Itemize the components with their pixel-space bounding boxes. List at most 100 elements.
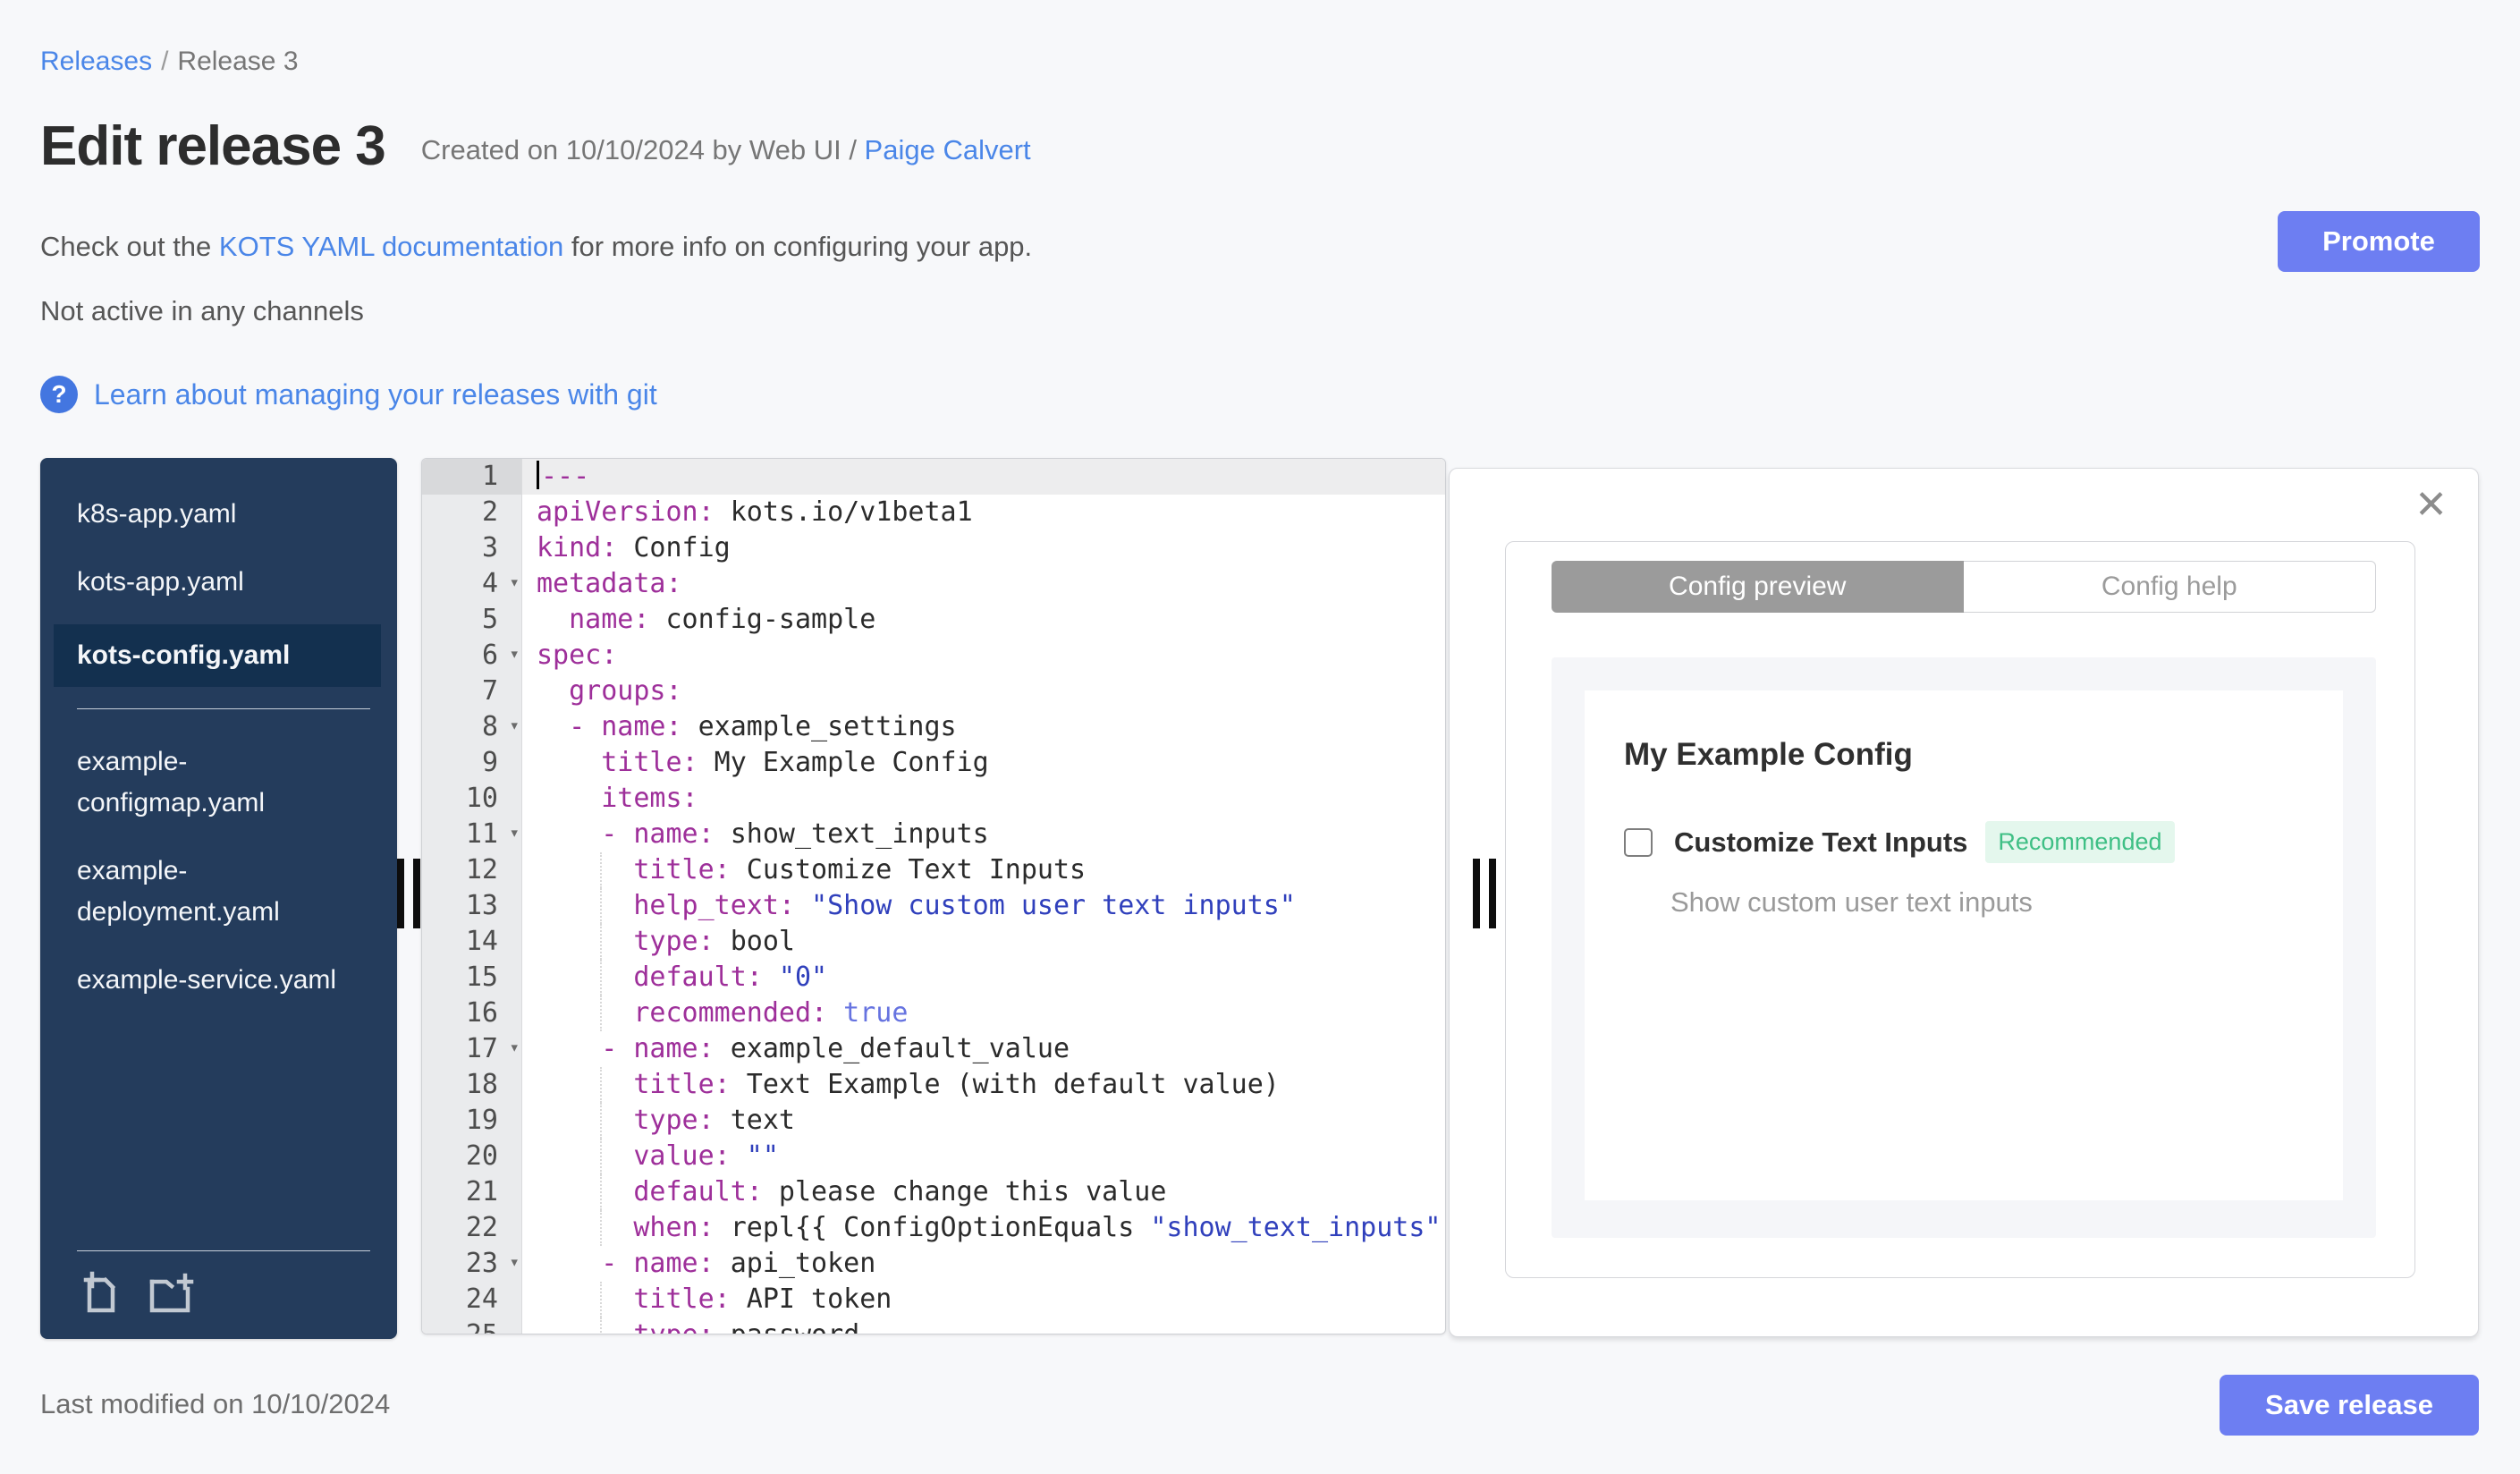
code-line-2: 2 apiVersion: kots.io/v1beta1 xyxy=(422,495,1445,530)
text-cursor xyxy=(537,461,539,489)
config-item-row: Customize Text Inputs Recommended xyxy=(1624,821,2304,863)
title-row: Edit release 3 Created on 10/10/2024 by … xyxy=(40,114,1031,178)
author-link[interactable]: Paige Calvert xyxy=(865,134,1031,165)
code-line-10: 10 items: xyxy=(422,781,1445,817)
gutter-line-number: 5 xyxy=(422,602,522,638)
config-tabs: Config preview Config help xyxy=(1552,561,2376,613)
code-line-18: 18 title: Text Example (with default val… xyxy=(422,1067,1445,1103)
fold-caret-icon[interactable]: ▾ xyxy=(510,815,520,851)
code-line-7: 7 groups: xyxy=(422,673,1445,709)
gutter-line-number: 17 ▾ xyxy=(422,1031,522,1067)
code-line-13: 13 help_text: "Show custom user text inp… xyxy=(422,888,1445,924)
breadcrumb-current: Release 3 xyxy=(177,47,299,76)
save-release-button[interactable]: Save release xyxy=(2220,1375,2479,1436)
sidebar-file-kots-config.yaml[interactable]: kots-config.yaml xyxy=(54,624,381,687)
customize-text-inputs-checkbox[interactable] xyxy=(1624,827,1653,857)
config-preview-area: My Example Config Customize Text Inputs … xyxy=(1552,657,2376,1238)
code-line-22: 22 when: repl{{ ConfigOptionEquals "show… xyxy=(422,1210,1445,1246)
new-file-button[interactable] xyxy=(77,1267,125,1316)
code-line-14: 14 type: bool xyxy=(422,924,1445,960)
fold-caret-icon[interactable]: ▾ xyxy=(510,707,520,743)
code-line-16: 16 recommended: true xyxy=(422,995,1445,1031)
gutter-line-number: 3 xyxy=(422,530,522,566)
code-line-24: 24 title: API token xyxy=(422,1282,1445,1317)
sidebar-actions xyxy=(54,1250,381,1316)
breadcrumb-separator: / xyxy=(161,47,169,76)
sidebar-file-example-service.yaml[interactable]: example-service.yaml xyxy=(54,954,381,1006)
tab-config-help[interactable]: Config help xyxy=(1963,561,2376,613)
gutter-line-number: 23 ▾ xyxy=(422,1246,522,1282)
gutter-line-number: 15 xyxy=(422,960,522,995)
sidebar-file-kots-app.yaml[interactable]: kots-app.yaml xyxy=(54,556,381,608)
breadcrumb: Releases / Release 3 xyxy=(40,47,299,77)
code-line-19: 19 type: text xyxy=(422,1103,1445,1139)
resize-handle-left[interactable] xyxy=(397,859,420,928)
breadcrumb-releases-link[interactable]: Releases xyxy=(40,47,152,76)
code-line-8: 8 ▾ - name: example_settings xyxy=(422,709,1445,745)
close-icon[interactable]: ✕ xyxy=(2409,481,2453,529)
code-line-23: 23 ▾ - name: api_token xyxy=(422,1246,1445,1282)
code-line-17: 17 ▾ - name: example_default_value xyxy=(422,1031,1445,1067)
code-line-15: 15 default: "0" xyxy=(422,960,1445,995)
code-line-6: 6 ▾ spec: xyxy=(422,638,1445,673)
new-file-icon xyxy=(77,1271,125,1318)
created-text: Created on 10/10/2024 by Web UI / xyxy=(420,134,865,165)
gutter-line-number: 6 ▾ xyxy=(422,638,522,673)
question-icon: ? xyxy=(40,376,78,413)
fold-caret-icon[interactable]: ▾ xyxy=(510,564,520,600)
gutter-line-number: 10 xyxy=(422,781,522,817)
config-card: My Example Config Customize Text Inputs … xyxy=(1585,690,2343,1200)
promote-button[interactable]: Promote xyxy=(2278,211,2480,272)
tab-config-preview[interactable]: Config preview xyxy=(1552,561,1964,613)
sidebar-file-example-configmap.yaml[interactable]: example-configmap.yaml xyxy=(54,736,381,829)
fold-caret-icon[interactable]: ▾ xyxy=(510,636,520,672)
gutter-line-number: 8 ▾ xyxy=(422,709,522,745)
code-line-25: 25 type: password xyxy=(422,1317,1445,1334)
file-list: k8s-app.yaml kots-app.yaml kots-config.yam… xyxy=(54,488,381,1022)
gutter-line-number: 25 xyxy=(422,1317,522,1334)
gutter-line-number: 13 xyxy=(422,888,522,924)
git-help-row: ? Learn about managing your releases wit… xyxy=(40,376,657,413)
new-folder-icon xyxy=(145,1273,200,1318)
code-line-1: 1 --- xyxy=(422,459,1445,495)
fold-caret-icon[interactable]: ▾ xyxy=(510,1244,520,1280)
gutter-line-number: 16 xyxy=(422,995,522,1031)
docs-info-line: Check out the KOTS YAML documentation fo… xyxy=(40,231,1032,263)
last-modified: Last modified on 10/10/2024 xyxy=(40,1388,391,1419)
gutter-line-number: 4 ▾ xyxy=(422,566,522,602)
gutter-line-number: 18 xyxy=(422,1067,522,1103)
sidebar-file-k8s-app.yaml[interactable]: k8s-app.yaml xyxy=(54,488,381,540)
code-lines: 1 --- 2 apiVersion: kots.io/v1beta1 3 kind: C… xyxy=(422,459,1445,1334)
gutter-line-number: 2 xyxy=(422,495,522,530)
gutter-line-number: 9 xyxy=(422,745,522,781)
new-folder-button[interactable] xyxy=(145,1267,200,1316)
resize-handle-right[interactable] xyxy=(1473,859,1496,928)
gutter-line-number: 14 xyxy=(422,924,522,960)
config-preview-inner: Config preview Config help My Example Con… xyxy=(1505,541,2415,1278)
gutter-line-number: 24 xyxy=(422,1282,522,1317)
gutter-line-number: 1 xyxy=(422,459,522,495)
kots-docs-link[interactable]: KOTS YAML documentation xyxy=(219,231,563,262)
gutter-line-number: 19 xyxy=(422,1103,522,1139)
config-preview-panel: ✕ Config preview Config help My Example C… xyxy=(1449,468,2479,1337)
fold-caret-icon[interactable]: ▾ xyxy=(510,1029,520,1065)
page-title: Edit release 3 xyxy=(40,115,386,177)
gutter-line-number: 22 xyxy=(422,1210,522,1246)
config-item-label: Customize Text Inputs xyxy=(1674,826,1968,858)
created-info: Created on 10/10/2024 by Web UI / Paige … xyxy=(421,134,1031,166)
config-item-help: Show custom user text inputs xyxy=(1670,886,2033,918)
git-releases-link[interactable]: Learn about managing your releases with … xyxy=(94,378,657,411)
code-line-11: 11 ▾ - name: show_text_inputs xyxy=(422,817,1445,852)
recommended-badge: Recommended xyxy=(1985,821,2175,863)
yaml-editor[interactable]: 1 --- 2 apiVersion: kots.io/v1beta1 3 kind: C… xyxy=(421,458,1446,1334)
gutter-line-number: 7 xyxy=(422,673,522,709)
sidebar-bottom-divider xyxy=(77,1250,370,1251)
docs-line-pre: Check out the xyxy=(40,231,219,262)
code-line-3: 3 kind: Config xyxy=(422,530,1445,566)
gutter-line-number: 21 xyxy=(422,1174,522,1210)
code-line-9: 9 title: My Example Config xyxy=(422,745,1445,781)
docs-line-post: for more info on configuring your app. xyxy=(563,231,1033,262)
sidebar-file-example-deployment.yaml[interactable]: example-deployment.yaml xyxy=(54,845,381,938)
code-line-20: 20 value: "" xyxy=(422,1139,1445,1174)
